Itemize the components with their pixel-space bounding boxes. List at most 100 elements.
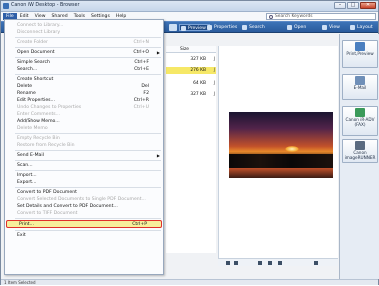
menu-item-edit-properties[interactable]: Edit Properties... Ctrl+R [5, 97, 163, 104]
search-input[interactable]: Search Keywords [266, 13, 376, 20]
menu-item-restore-from-recycle-bin: Restore from Recycle Bin [5, 142, 163, 149]
menu-item-label: Open Document [17, 50, 55, 55]
menu-item-search[interactable]: Search... Ctrl+E [5, 66, 163, 73]
open-button[interactable]: Open [286, 24, 306, 31]
menu-item-create-folder: Create Folder Ctrl+N [5, 39, 163, 46]
menu-item-delete-memo: Delete Memo [5, 125, 163, 132]
back-button[interactable] [169, 24, 177, 31]
file-menu-dropdown: Connect to Library... Disconnect Library C… [4, 19, 164, 275]
window-controls: – □ ✕ [334, 2, 376, 9]
email-tile[interactable]: E-Mail [342, 74, 378, 100]
search-toolbar-button[interactable]: Search [241, 24, 265, 31]
properties-icon [207, 25, 212, 30]
file-type-letter: J [213, 57, 215, 62]
file-size: 327 KB [190, 57, 206, 62]
print-preview-label: Print,Preview [346, 51, 374, 56]
menu-item-delete[interactable]: Delete Del [5, 83, 163, 90]
menu-item-label: Add/Show Memo... [17, 119, 60, 124]
menu-item-export[interactable]: Export... [5, 179, 163, 186]
document-list: 327 KB J 276 KB J 64 KB J 327 KB J [166, 53, 216, 253]
layout-button[interactable]: Layout [349, 24, 373, 31]
menu-separator [15, 218, 161, 219]
file-size: 276 KB [190, 68, 206, 73]
sunset-sun [285, 146, 299, 152]
imagerunner-tile[interactable]: Canon imageRUNNER [342, 139, 378, 163]
title-bar: Canon iW Desktop - Browser – □ ✕ [1, 1, 378, 12]
fax-icon [355, 108, 365, 117]
menu-item-label: Scan... [17, 163, 33, 168]
page-next-icon[interactable] [278, 261, 282, 265]
menu-separator [15, 74, 161, 75]
menu-item-disconnect-library: Disconnect Library [5, 29, 163, 36]
menu-item-import[interactable]: Import... [5, 172, 163, 179]
menu-item-label: Enter Comments... [17, 112, 61, 117]
menu-item-label: Send E-Mail [17, 153, 44, 158]
list-item[interactable]: 64 KB J [166, 80, 216, 87]
menu-item-label: Import... [17, 173, 37, 178]
fax-label: Canon iR-ADV (FAX) [345, 117, 375, 127]
menu-item-label: Connect to Library... [17, 23, 64, 28]
submenu-arrow-icon: ▶ [156, 50, 160, 55]
menu-item-label: Create Shortcut [17, 77, 54, 82]
properties-button[interactable]: Properties [206, 24, 237, 31]
menu-item-enter-comments: Enter Comments... [5, 111, 163, 118]
menu-separator [15, 133, 161, 134]
list-item[interactable]: 327 KB J [166, 91, 216, 98]
layout-label: Layout [357, 25, 373, 30]
menu-item-label: Edit Properties... [17, 98, 55, 103]
imagerunner-label: Canon imageRUNNER [344, 150, 376, 160]
menu-item-label: Search... [17, 67, 38, 72]
tree-silhouette [229, 154, 333, 168]
preview-label: Preview [188, 26, 206, 31]
menu-item-scan[interactable]: Scan... [5, 162, 163, 169]
layout-icon [350, 25, 355, 30]
search-placeholder: Search Keywords [275, 14, 313, 19]
menu-item-label: Exit [17, 232, 26, 238]
menu-item-print[interactable]: Print... Ctrl+P [6, 220, 162, 228]
menu-item-convert-to-pdf-document[interactable]: Convert to PDF Document [5, 189, 163, 196]
menu-item-label: Convert to TIFF Document [17, 211, 78, 216]
menu-item-exit[interactable]: Exit [5, 232, 163, 239]
rotate-icon[interactable] [258, 261, 262, 265]
print-preview-tile[interactable]: Print,Preview [342, 40, 378, 68]
view-button[interactable]: View [321, 24, 340, 31]
fax-tile[interactable]: Canon iR-ADV (FAX) [342, 106, 378, 136]
column-header-size[interactable]: Size [166, 46, 216, 53]
copier-icon [355, 141, 365, 150]
menu-item-label: Create Folder [17, 40, 48, 45]
open-label: Open [294, 25, 307, 30]
minimize-button[interactable]: – [334, 2, 346, 9]
menu-item-shortcut: Ctrl+U [133, 105, 149, 110]
app-logo-icon [3, 3, 9, 9]
email-label: E-Mail [353, 85, 367, 90]
menu-item-convert-to-tiff-document: Convert to TIFF Document [5, 210, 163, 217]
menu-item-add-show-memo[interactable]: Add/Show Memo... [5, 118, 163, 125]
menu-item-open-document[interactable]: Open Document Ctrl+O ▶ [5, 49, 163, 56]
fit-page-icon[interactable] [226, 261, 230, 265]
menu-separator [15, 187, 161, 188]
file-size: 327 KB [190, 92, 206, 97]
menu-item-label: Rename [17, 91, 36, 96]
menu-item-simple-search[interactable]: Simple Search Ctrl+F [5, 59, 163, 66]
menu-item-set-details-and-convert-to-pdf-document[interactable]: Set Details and Convert to PDF Document.… [5, 203, 163, 210]
menu-item-shortcut: Ctrl+F [134, 60, 149, 65]
menu-separator [15, 37, 161, 38]
menu-item-create-shortcut[interactable]: Create Shortcut [5, 76, 163, 83]
status-bar: 1 Item Selected [1, 279, 378, 285]
file-type-letter: J [213, 92, 215, 97]
menu-item-shortcut: F2 [143, 91, 149, 96]
menu-item-rename[interactable]: Rename F2 [5, 90, 163, 97]
close-button[interactable]: ✕ [360, 2, 376, 9]
maximize-button[interactable]: □ [347, 2, 359, 9]
menu-item-label: Delete Memo [17, 126, 48, 131]
list-item[interactable]: 327 KB J [166, 56, 216, 63]
file-type-letter: J [213, 68, 215, 73]
zoom-icon[interactable] [234, 261, 238, 265]
app-window: Canon iW Desktop - Browser – □ ✕ File Ed… [0, 0, 379, 285]
list-item-selected[interactable]: 276 KB J [166, 67, 216, 74]
page-prev-icon[interactable] [268, 261, 272, 265]
menu-separator [15, 57, 161, 58]
preview-settings-icon[interactable] [314, 261, 318, 265]
view-icon [322, 25, 327, 30]
menu-item-send-e-mail[interactable]: Send E-Mail ▶ [5, 152, 163, 159]
